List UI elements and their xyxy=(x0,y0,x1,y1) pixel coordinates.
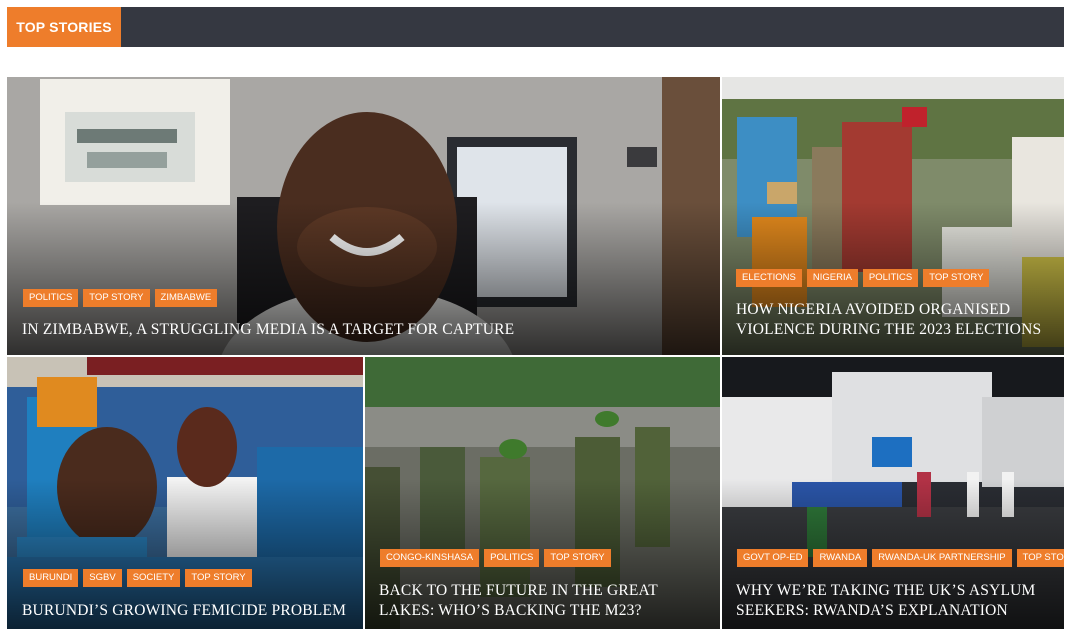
tag-link[interactable]: RWANDA xyxy=(813,549,868,567)
story-title[interactable]: BACK TO THE FUTURE IN THE GREAT LAKES: W… xyxy=(379,581,709,621)
story-tags: BURUNDI SGBV SOCIETY TOP STORY xyxy=(23,569,252,587)
story-tags: ELECTIONS NIGERIA POLITICS TOP STORY xyxy=(736,269,990,287)
story-card-zimbabwe[interactable]: POLITICS TOP STORY ZIMBABWE IN ZIMBABWE,… xyxy=(7,77,720,355)
tag-link[interactable]: GOVT OP-ED xyxy=(737,549,809,567)
section-header-bar: TOP STORIES xyxy=(7,7,1064,47)
tag-link[interactable]: TOP STORY xyxy=(185,569,252,587)
story-tags: GOVT OP-ED RWANDA RWANDA-UK PARTNERSHIP … xyxy=(737,549,1064,567)
tag-link[interactable]: SOCIETY xyxy=(126,569,181,587)
tag-link[interactable]: ELECTIONS xyxy=(736,269,802,287)
tag-link[interactable]: POLITICS xyxy=(862,269,919,287)
story-title[interactable]: WHY WE’RE TAKING THE UK’S ASYLUM SEEKERS… xyxy=(736,581,1056,621)
story-tags: POLITICS TOP STORY ZIMBABWE xyxy=(23,289,218,307)
story-tags: CONGO-KINSHASA POLITICS TOP STORY xyxy=(380,549,611,567)
story-card-burundi[interactable]: BURUNDI SGBV SOCIETY TOP STORY BURUNDI’S… xyxy=(7,357,363,629)
story-card-great-lakes[interactable]: CONGO-KINSHASA POLITICS TOP STORY BACK T… xyxy=(365,357,720,629)
section-label[interactable]: TOP STORIES xyxy=(7,7,121,47)
tag-link[interactable]: BURUNDI xyxy=(23,569,79,587)
tag-link[interactable]: POLITICS xyxy=(484,549,540,567)
story-card-rwanda[interactable]: GOVT OP-ED RWANDA RWANDA-UK PARTNERSHIP … xyxy=(722,357,1064,629)
tag-link[interactable]: SGBV xyxy=(83,569,122,587)
tag-link[interactable]: TOP STORY xyxy=(83,289,150,307)
tag-link[interactable]: NIGERIA xyxy=(806,269,858,287)
story-card-nigeria[interactable]: ELECTIONS NIGERIA POLITICS TOP STORY HOW… xyxy=(722,77,1064,355)
tag-link[interactable]: CONGO-KINSHASA xyxy=(380,549,480,567)
tag-link[interactable]: TOP STORY xyxy=(1016,549,1064,567)
tag-link[interactable]: POLITICS xyxy=(23,289,79,307)
story-title[interactable]: HOW NIGERIA AVOIDED ORGANISED VIOLENCE D… xyxy=(736,300,1056,340)
tag-link[interactable]: ZIMBABWE xyxy=(154,289,218,307)
tag-link[interactable]: TOP STORY xyxy=(923,269,990,287)
story-title[interactable]: BURUNDI’S GROWING FEMICIDE PROBLEM xyxy=(22,601,357,621)
tag-link[interactable]: RWANDA-UK PARTNERSHIP xyxy=(872,549,1012,567)
story-title[interactable]: IN ZIMBABWE, A STRUGGLING MEDIA IS A TAR… xyxy=(22,320,702,340)
tag-link[interactable]: TOP STORY xyxy=(544,549,611,567)
